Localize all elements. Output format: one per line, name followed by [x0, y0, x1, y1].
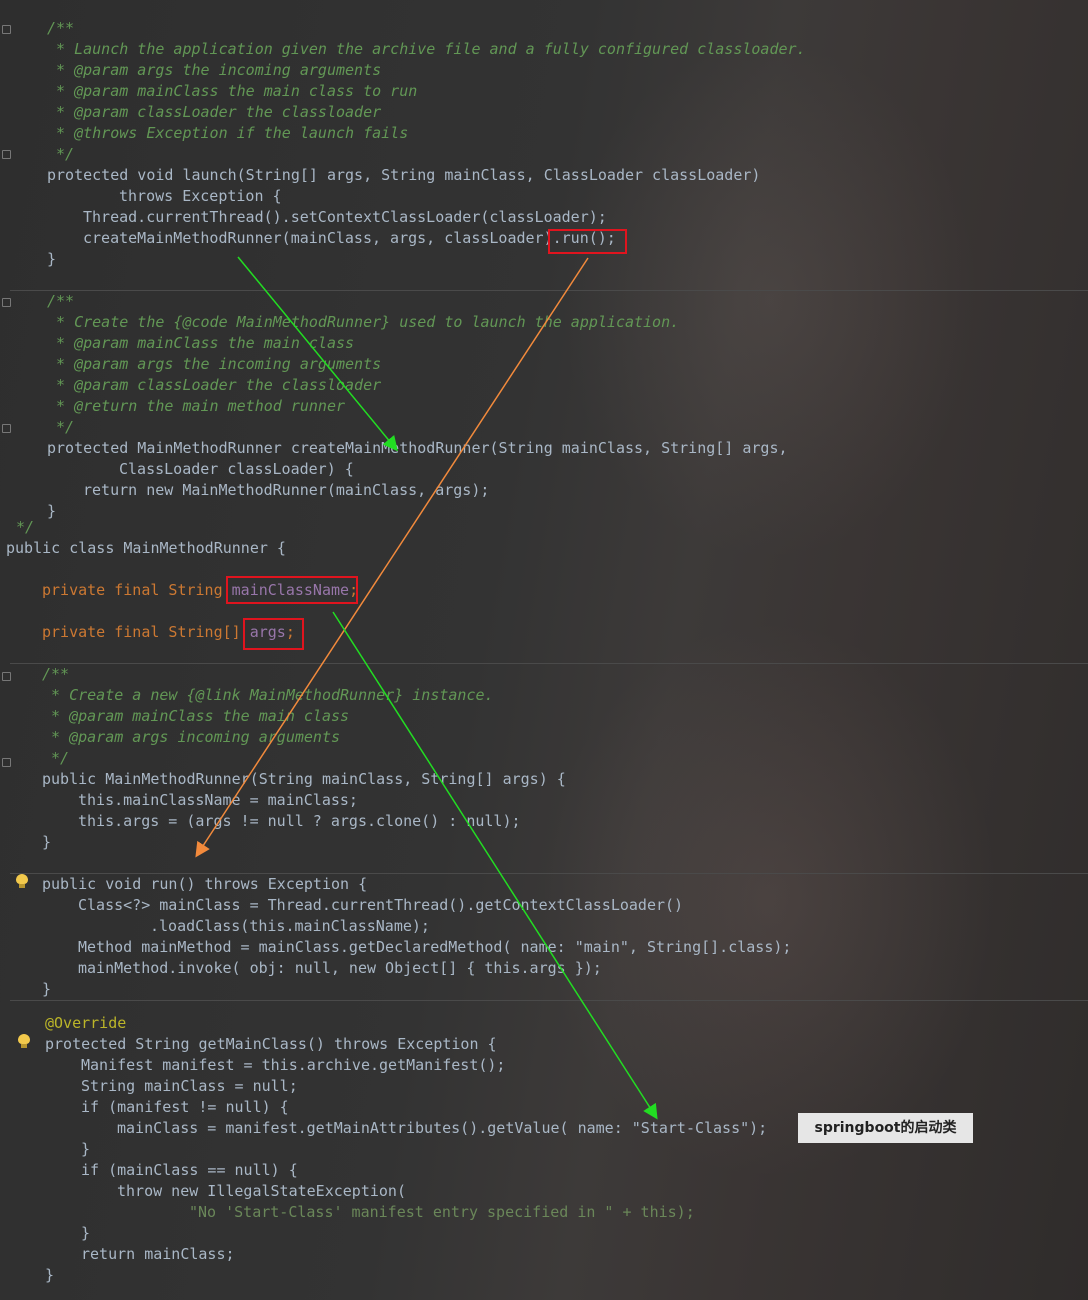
panel-separator	[10, 663, 1088, 664]
code-line: if (mainClass == null) {	[81, 1161, 298, 1179]
override-annotation: @Override	[45, 1014, 127, 1032]
code-line: Thread.currentThread().setContextClassLo…	[83, 208, 607, 226]
doc-line: * @param classLoader the classloader	[47, 376, 382, 394]
code-line: this.mainClassName = mainClass;	[78, 791, 358, 809]
doc-line: /**	[47, 19, 75, 37]
create-runner-signature[interactable]: protected MainMethodRunner createMainMet…	[47, 438, 788, 459]
doc-line: * Create the {@code MainMethodRunner} us…	[47, 313, 680, 331]
comment-end: */	[16, 518, 35, 536]
code-line: }	[81, 1224, 91, 1242]
doc-line: * Create a new {@link MainMethodRunner} …	[42, 686, 494, 704]
start-class-line: mainClass = manifest.getMainAttributes()…	[117, 1119, 768, 1137]
code-line: this.args = (args != null ? args.clone()…	[78, 812, 521, 830]
code-line: throw new IllegalStateException(	[117, 1182, 406, 1200]
doc-line: * @param mainClass the main class to run	[47, 82, 418, 100]
fold-marker-icon[interactable]	[2, 424, 11, 433]
doc-line: /**	[47, 292, 75, 310]
get-main-class-signature[interactable]: protected String getMainClass() throws E…	[45, 1034, 497, 1055]
background-photo	[560, 40, 980, 560]
doc-line: * @param mainClass the main class	[47, 334, 355, 352]
doc-line: * @param args incoming arguments	[42, 728, 341, 746]
doc-line: * @param mainClass the main class	[42, 707, 350, 725]
code-line: "No 'Start-Class' manifest entry specifi…	[189, 1203, 695, 1221]
doc-line: * @param args the incoming arguments	[47, 355, 382, 373]
doc-line: * @throws Exception if the launch fails	[47, 124, 409, 142]
doc-line: */	[47, 418, 75, 436]
code-line: return mainClass;	[81, 1245, 235, 1263]
fold-marker-icon[interactable]	[2, 150, 11, 159]
code-line: String mainClass = null;	[81, 1077, 298, 1095]
code-editor[interactable]: /** * Launch the application given the a…	[0, 0, 1088, 1300]
doc-line: * Launch the application given the archi…	[47, 40, 806, 58]
panel-separator	[10, 1000, 1088, 1001]
code-line: if (manifest != null) {	[81, 1098, 289, 1116]
code-line: return new MainMethodRunner(mainClass, a…	[83, 481, 490, 499]
code-line: }	[81, 1140, 91, 1158]
doc-line: * @param args the incoming arguments	[47, 61, 382, 79]
code-line: .loadClass(this.mainClassName);	[150, 917, 430, 935]
code-line: Class<?> mainClass = Thread.currentThrea…	[78, 896, 684, 914]
highlight-args	[243, 618, 304, 650]
intention-bulb-icon[interactable]	[18, 1034, 30, 1048]
doc-line: */	[47, 145, 75, 163]
intention-bulb-icon[interactable]	[16, 874, 28, 888]
code-line: mainMethod.invoke( obj: null, new Object…	[78, 959, 602, 977]
code-line: createMainMethodRunner(mainClass, args, …	[83, 229, 616, 247]
springboot-launch-class-label: springboot的启动类	[798, 1113, 973, 1143]
code-line: }	[42, 833, 52, 851]
constructor-signature: public MainMethodRunner(String mainClass…	[42, 770, 566, 788]
launch-throws: throws Exception {	[119, 187, 282, 205]
fold-marker-icon[interactable]	[2, 672, 11, 681]
doc-line: */	[42, 749, 70, 767]
code-line: }	[42, 980, 52, 998]
code-line: }	[47, 250, 57, 268]
run-method-signature[interactable]: public void run() throws Exception {	[42, 874, 367, 895]
code-line: ClassLoader classLoader) {	[119, 460, 354, 478]
fold-marker-icon[interactable]	[2, 758, 11, 767]
fold-marker-icon[interactable]	[2, 298, 11, 307]
highlight-main-class-name	[226, 576, 358, 604]
launch-signature[interactable]: protected void launch(String[] args, Str…	[47, 165, 760, 186]
doc-line: * @param classLoader the classloader	[47, 103, 382, 121]
highlight-run-call	[548, 229, 627, 254]
code-line: Method mainMethod = mainClass.getDeclare…	[78, 938, 792, 956]
code-line: }	[47, 502, 57, 520]
fold-marker-icon[interactable]	[2, 25, 11, 34]
panel-separator	[10, 290, 1088, 291]
doc-line: * @return the main method runner	[47, 397, 346, 415]
code-line: }	[45, 1266, 55, 1284]
class-declaration: public class MainMethodRunner {	[6, 539, 286, 557]
code-line: Manifest manifest = this.archive.getMani…	[81, 1056, 506, 1074]
doc-line: /**	[42, 665, 70, 683]
